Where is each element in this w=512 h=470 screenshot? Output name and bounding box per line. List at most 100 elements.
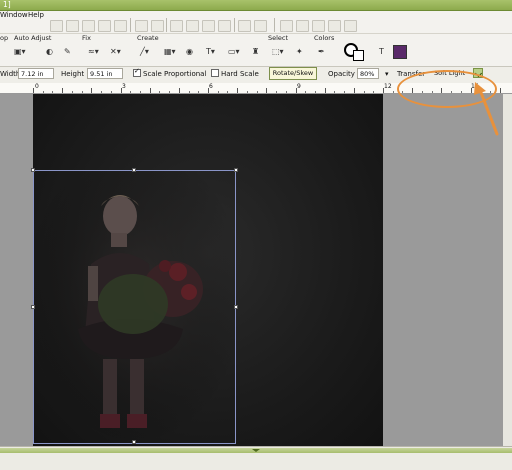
copy-icon[interactable] [170, 20, 183, 32]
ruler-tick [324, 88, 326, 93]
ruler-tick [33, 88, 34, 93]
help-icon[interactable] [312, 20, 325, 32]
zoom-in-icon[interactable] [238, 20, 251, 32]
shape-tool-icon[interactable]: ▭▾ [228, 47, 240, 56]
ruler-tick [295, 88, 297, 93]
ruler-tick [188, 91, 190, 93]
ruler-tick [373, 91, 375, 93]
ruler-tick [169, 91, 171, 93]
ruler-tick [120, 88, 122, 93]
paste-icon[interactable] [202, 20, 215, 32]
save-as-icon[interactable] [98, 20, 111, 32]
ruler-label: 0 [35, 83, 39, 90]
section-label-select: Select [268, 34, 289, 42]
camera-icon[interactable] [296, 20, 309, 32]
ruler-tick [149, 88, 151, 93]
new-file-icon[interactable] [50, 20, 63, 32]
menu-help[interactable]: Help [28, 11, 44, 19]
ruler-tick [363, 91, 365, 93]
toolbar-separator [234, 18, 235, 32]
background-color-swatch[interactable] [353, 50, 364, 61]
ruler-tick [217, 91, 219, 93]
ruler-tick [139, 91, 141, 93]
section-label-create: Create [137, 34, 159, 42]
ruler-tick [276, 91, 278, 93]
bookmark-icon[interactable] [280, 20, 293, 32]
ruler-tick [52, 91, 54, 93]
ruler-tick [256, 91, 258, 93]
width-field[interactable]: 7.12 in [18, 68, 54, 79]
open-file-icon[interactable] [66, 20, 79, 32]
stamp-icon[interactable]: ♜ [252, 47, 259, 56]
resize-handle-left[interactable] [31, 305, 35, 309]
toolbar-separator [130, 18, 131, 32]
ruler-tick [71, 91, 73, 93]
clone-icon[interactable]: ✎ [64, 47, 71, 56]
ruler-label: 3 [122, 83, 126, 90]
hard-scale-checkbox[interactable] [211, 69, 219, 77]
ruler-tick [62, 88, 64, 93]
zoom-out-icon[interactable] [254, 20, 267, 32]
undo-icon[interactable] [135, 20, 148, 32]
layers-icon[interactable] [328, 20, 341, 32]
eyedropper-icon[interactable]: ✒ [318, 47, 325, 56]
ruler-tick [392, 91, 394, 93]
menu-window[interactable]: Window [0, 11, 28, 19]
resize-handle-right[interactable] [234, 305, 238, 309]
window-title: 1] [3, 0, 11, 9]
auto-adjust-icon[interactable]: ▣▾ [14, 47, 26, 56]
print-icon[interactable] [114, 20, 127, 32]
panel-collapse-grip[interactable] [0, 448, 512, 453]
ruler-tick [227, 91, 229, 93]
foreground-color-swatch[interactable] [393, 45, 407, 59]
ruler-label: 9 [297, 83, 301, 90]
gradient-icon[interactable]: ◉ [186, 47, 193, 56]
scale-proportional-checkbox[interactable]: ✓ [133, 67, 141, 77]
magic-wand-icon[interactable]: ✦ [296, 47, 303, 56]
ruler-tick [208, 88, 209, 93]
toolbar-separator [166, 18, 167, 32]
sharpen-icon[interactable]: ◐ [46, 47, 53, 56]
ruler-tick [91, 88, 93, 93]
opacity-field[interactable]: 80% [357, 68, 379, 79]
checkmark-icon: ✓ [134, 67, 140, 75]
save-icon[interactable] [82, 20, 95, 32]
resize-handle-bottom[interactable] [132, 440, 136, 444]
ruler-tick [383, 88, 384, 93]
vertical-scrollbar[interactable] [503, 94, 512, 446]
brush-icon[interactable]: ╱▾ [140, 47, 149, 56]
text-tool-icon[interactable]: T▾ [206, 47, 215, 56]
ruler-label: 12 [384, 83, 392, 90]
ruler-tick [198, 91, 200, 93]
resize-handle-top-left[interactable] [31, 168, 35, 172]
section-label-crop: op [0, 34, 9, 42]
cut-icon[interactable] [186, 20, 199, 32]
ruler-tick [178, 88, 180, 93]
ruler-tick [314, 91, 316, 93]
ruler-tick [81, 91, 83, 93]
ruler-tick [305, 91, 307, 93]
retouch-icon[interactable]: ≈▾ [88, 47, 99, 56]
title-bar: 1] [0, 0, 512, 11]
section-label-fix: Fix [82, 34, 91, 42]
ruler-tick [285, 91, 287, 93]
scale-proportional-label: Scale Proportional [143, 70, 207, 78]
redo-icon[interactable] [151, 20, 164, 32]
red-eye-icon[interactable]: ✕▾ [110, 47, 121, 56]
ruler-tick [266, 88, 268, 93]
selection-bounding-box[interactable] [33, 170, 236, 444]
ruler-tick [246, 91, 248, 93]
resize-handle-top[interactable] [132, 168, 136, 172]
marquee-select-icon[interactable]: ⬚▾ [272, 47, 284, 56]
text-color-icon[interactable]: T [379, 47, 384, 56]
fill-icon[interactable]: ▦▾ [164, 47, 176, 56]
height-field[interactable]: 9.51 in [87, 68, 123, 79]
rotate-skew-button[interactable]: Rotate/Skew [269, 67, 317, 80]
paste-new-icon[interactable] [218, 20, 231, 32]
annotation-arrow-icon [474, 82, 499, 136]
opacity-label: Opacity [328, 70, 355, 78]
opacity-dropdown-icon[interactable]: ▾ [385, 70, 389, 78]
palette-icon[interactable] [344, 20, 357, 32]
resize-handle-top-right[interactable] [234, 168, 238, 172]
toolbar-separator [274, 18, 275, 32]
